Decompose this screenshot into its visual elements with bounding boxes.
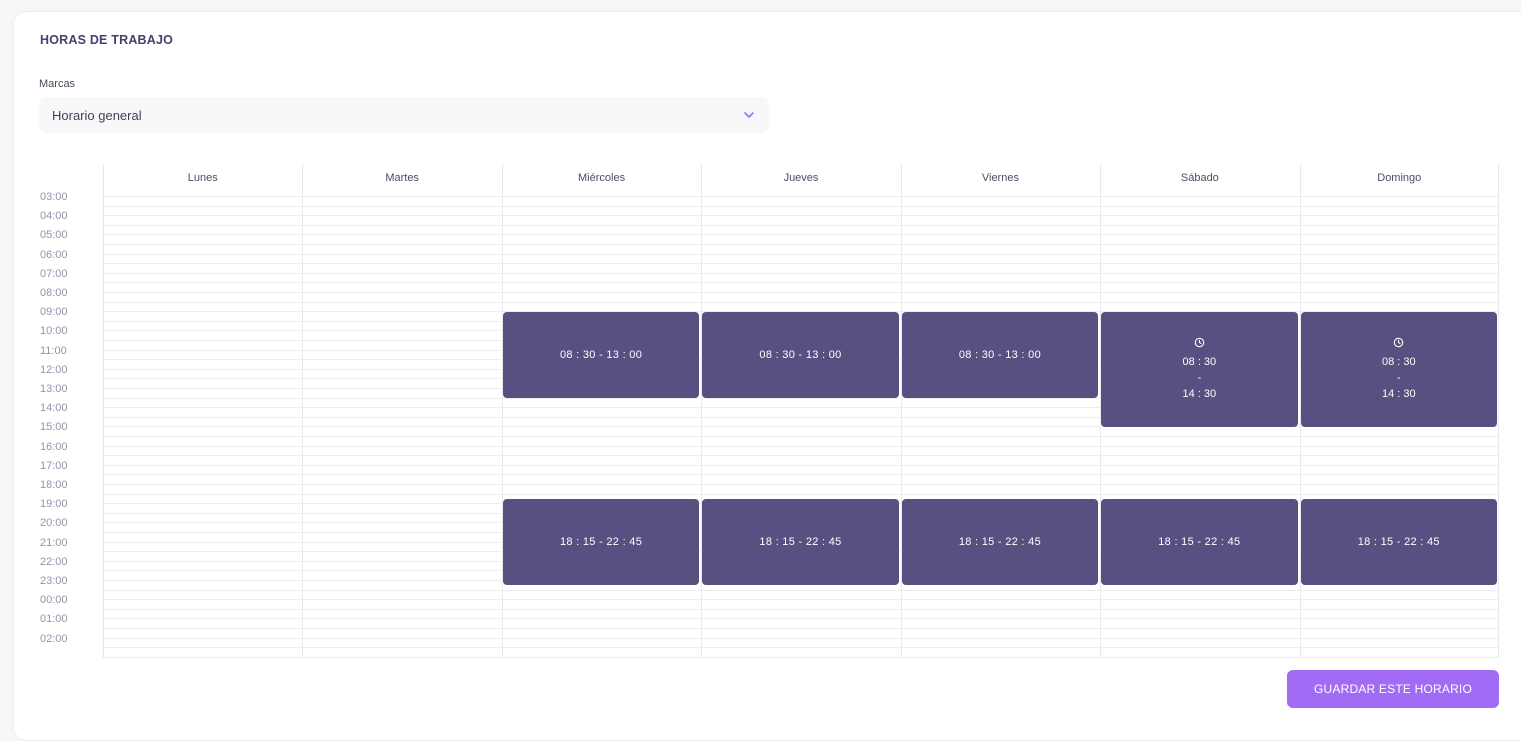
- day-header: Sábado: [1180, 172, 1219, 184]
- time-label: 18:00: [40, 479, 68, 491]
- time-label: 05:00: [40, 229, 68, 242]
- clock-icon: [1393, 337, 1404, 347]
- time-label: 14:00: [40, 402, 68, 415]
- grid-line: [103, 196, 1499, 197]
- schedule-block[interactable]: 18 : 15 - 22 : 45: [901, 498, 1099, 586]
- grid-line: [103, 484, 1499, 485]
- day-column-divider: [302, 164, 304, 658]
- day-header: Miércoles: [578, 172, 626, 184]
- day-column-divider: [1498, 164, 1499, 658]
- schedule-block-label: 08 : 30 - 13 : 00: [759, 348, 842, 361]
- day-column-divider: [900, 164, 902, 658]
- schedule-block-label: 18 : 15 - 22 : 45: [559, 535, 643, 548]
- grid-line: [103, 244, 1499, 245]
- time-label: 01:00: [40, 613, 68, 626]
- grid-line: [103, 272, 1499, 274]
- brand-select[interactable]: Horario general: [39, 97, 769, 133]
- time-label: 13:00: [40, 383, 68, 395]
- time-label: 09:00: [40, 306, 68, 319]
- weekly-schedule-grid: Lunes Martes Miércoles Jueves Viernes Sábado D…: [103, 164, 1499, 658]
- day-column-divider: [501, 164, 503, 658]
- time-label: 04:00: [40, 210, 68, 223]
- grid-line: [103, 493, 1499, 495]
- grid-line: [103, 234, 1499, 236]
- grid-line: [103, 436, 1499, 437]
- time-label: 15:00: [40, 421, 68, 434]
- grid-line: [103, 599, 1499, 601]
- schedule-block[interactable]: 18 : 15 - 22 : 45: [1300, 498, 1497, 586]
- time-label: 07:00: [40, 267, 68, 280]
- time-label: 23:00: [40, 575, 68, 587]
- time-label: 00:00: [40, 594, 68, 607]
- schedule-block-label: 18 : 15 - 22 : 45: [759, 535, 842, 548]
- day-header: Viernes: [981, 172, 1019, 184]
- grid-line: [103, 445, 1499, 447]
- schedule-block-separator: -: [1197, 371, 1202, 384]
- grid-line: [103, 301, 1499, 303]
- schedule-block[interactable]: 18 : 15 - 22 : 45: [702, 498, 899, 586]
- schedule-block-label: 08 : 30 - 13 : 00: [559, 348, 643, 361]
- schedule-block-start-label: 08 : 30: [1381, 355, 1416, 368]
- grid-line: [103, 224, 1499, 226]
- schedule-block-label: 08 : 30 - 13 : 00: [958, 348, 1041, 361]
- schedule-block[interactable]: 08 : 30 - 13 : 00: [702, 311, 899, 398]
- time-label: 19:00: [40, 498, 68, 511]
- time-label: 12:00: [40, 363, 68, 376]
- page-title: HORAS DE TRABAJO: [40, 33, 174, 47]
- schedule-block-label: 18 : 15 - 22 : 45: [958, 535, 1041, 548]
- schedule-block[interactable]: 18 : 15 - 22 : 45: [502, 498, 700, 586]
- time-label: 08:00: [40, 287, 68, 299]
- time-label: 10:00: [40, 325, 68, 338]
- clock-icon: [1194, 337, 1205, 347]
- schedule-block-start-label: 08 : 30: [1182, 355, 1217, 368]
- schedule-block-label: 18 : 15 - 22 : 45: [1158, 535, 1241, 548]
- day-header: Lunes: [187, 172, 218, 184]
- grid-line: [103, 292, 1499, 293]
- day-header: Domingo: [1377, 172, 1422, 184]
- time-label: 06:00: [40, 248, 68, 261]
- save-schedule-button[interactable]: GUARDAR ESTE HORARIO: [1287, 670, 1499, 708]
- schedule-block[interactable]: 08 : 30 - 14 : 30: [1300, 311, 1497, 427]
- grid-line: [103, 618, 1499, 620]
- grid-line: [103, 637, 1499, 639]
- day-column-divider: [103, 164, 104, 658]
- schedule-block-separator: -: [1396, 371, 1401, 384]
- grid-line: [103, 589, 1499, 591]
- time-label: 03:00: [40, 191, 68, 203]
- grid-line: [103, 628, 1499, 629]
- grid-line: [103, 253, 1499, 255]
- grid-line: [103, 282, 1499, 284]
- schedule-block-end-label: 14 : 30: [1182, 387, 1217, 400]
- day-header: Jueves: [783, 172, 819, 184]
- time-label: 11:00: [40, 344, 67, 357]
- schedule-block[interactable]: 08 : 30 - 13 : 00: [502, 311, 700, 398]
- schedule-block[interactable]: 08 : 30 - 13 : 00: [901, 311, 1099, 398]
- time-label: 21:00: [40, 536, 68, 549]
- grid-line: [103, 464, 1499, 466]
- time-label: 20:00: [40, 517, 68, 530]
- grid-line: [103, 215, 1499, 217]
- brand-select-value: Horario general: [52, 108, 142, 123]
- schedule-block[interactable]: 08 : 30 - 14 : 30: [1101, 311, 1298, 427]
- day-header: Martes: [385, 172, 419, 184]
- grid-line: [103, 647, 1499, 649]
- grid-line: [103, 455, 1499, 457]
- time-label: 22:00: [40, 555, 68, 568]
- day-column-divider: [701, 164, 703, 658]
- brand-select-label: Marcas: [39, 78, 76, 90]
- time-label: 16:00: [40, 440, 68, 453]
- chevron-down-icon: [744, 112, 754, 118]
- grid-line: [103, 474, 1499, 476]
- time-label: 17:00: [40, 459, 68, 472]
- grid-line: [103, 608, 1499, 610]
- schedule-block-end-label: 14 : 30: [1381, 387, 1416, 400]
- schedule-block[interactable]: 18 : 15 - 22 : 45: [1101, 498, 1298, 586]
- time-label: 02:00: [40, 632, 68, 645]
- grid-line: [103, 656, 1499, 658]
- grid-line: [103, 205, 1499, 207]
- schedule-block-label: 18 : 15 - 22 : 45: [1357, 535, 1440, 548]
- grid-line: [103, 263, 1499, 265]
